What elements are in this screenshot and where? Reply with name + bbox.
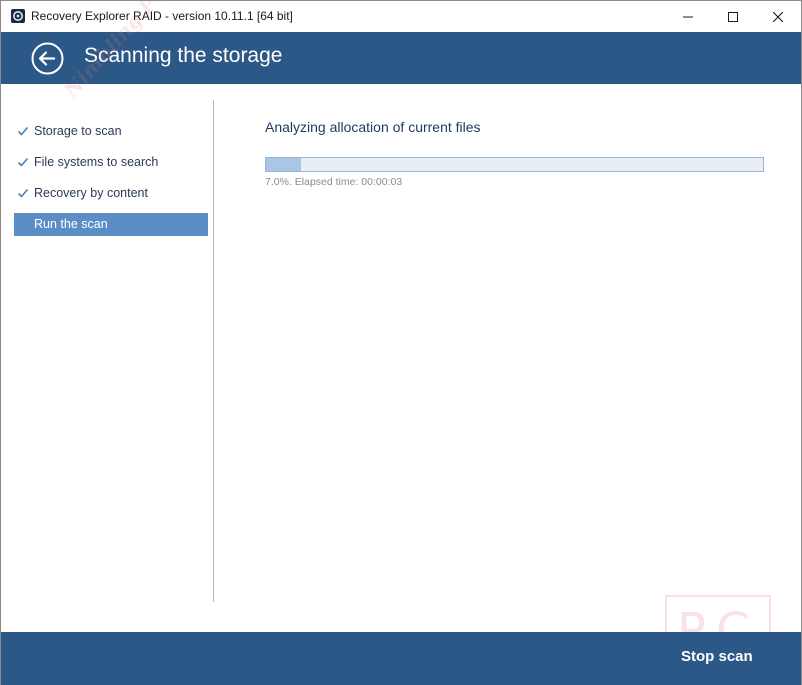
step-storage-to-scan[interactable]: Storage to scan [14, 120, 208, 143]
scan-progress-bar [265, 157, 764, 172]
progress-status-text: 7.0%. Elapsed time: 00:00:03 [265, 176, 403, 188]
sidebar-divider [213, 100, 214, 602]
back-arrow-icon[interactable] [31, 42, 64, 75]
stop-scan-button[interactable]: Stop scan [681, 648, 753, 665]
window-title: Recovery Explorer RAID - version 10.11.1… [31, 9, 293, 23]
minimize-button[interactable] [665, 1, 711, 32]
step-file-systems-to-search[interactable]: File systems to search [14, 151, 208, 174]
scan-status-heading: Analyzing allocation of current files [265, 119, 481, 135]
step-label: Recovery by content [34, 186, 148, 200]
checkmark-icon [17, 157, 29, 167]
step-recovery-by-content[interactable]: Recovery by content [14, 182, 208, 205]
checkmark-icon [17, 188, 29, 198]
close-button[interactable] [755, 1, 801, 32]
maximize-button[interactable] [710, 1, 756, 32]
app-icon [11, 9, 25, 23]
close-icon [773, 11, 783, 22]
maximize-icon [728, 11, 738, 22]
step-label: Run the scan [34, 217, 108, 231]
step-label: File systems to search [34, 155, 159, 169]
app-window: Recovery Explorer RAID - version 10.11.1… [0, 0, 802, 685]
step-run-the-scan[interactable]: Run the scan [14, 213, 208, 236]
checkmark-icon [17, 126, 29, 136]
progress-fill [266, 158, 301, 171]
wizard-footer: Stop scan [1, 632, 801, 685]
step-label: Storage to scan [34, 124, 122, 138]
minimize-icon [683, 16, 693, 17]
